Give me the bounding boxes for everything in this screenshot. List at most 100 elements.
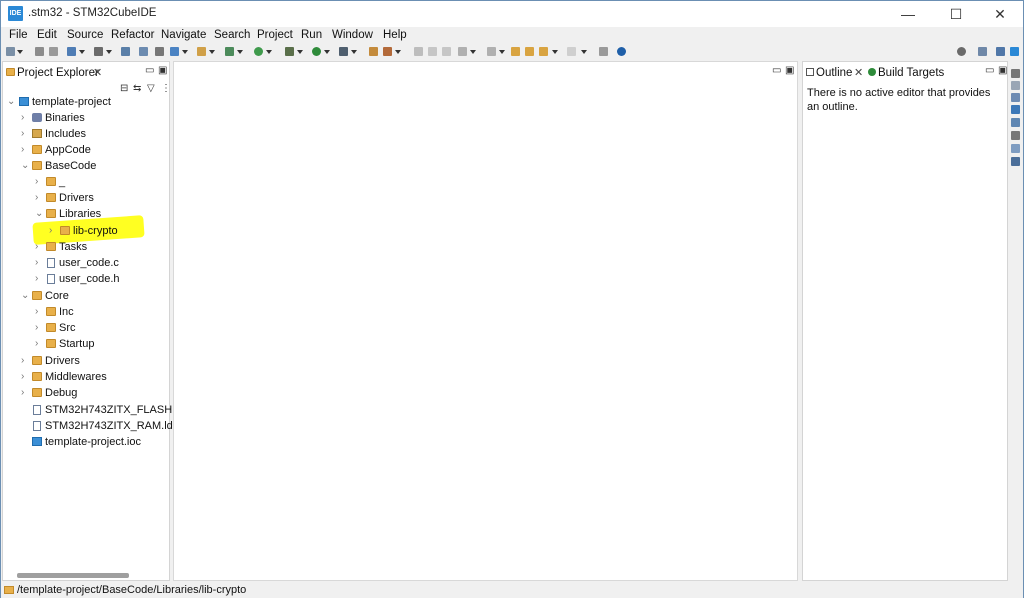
open-folder-dropdown-icon[interactable] — [209, 50, 215, 54]
code-gen-dropdown-icon[interactable] — [266, 50, 272, 54]
tab-build-targets[interactable]: Build Targets — [878, 67, 944, 79]
outline-minimize-icon[interactable]: ▭ — [985, 65, 994, 76]
code-gen-icon[interactable] — [254, 47, 263, 56]
horizontal-scrollbar[interactable] — [17, 573, 129, 578]
expand-chevron-icon[interactable]: › — [35, 241, 38, 252]
package-icon[interactable] — [369, 47, 378, 56]
static-stack-icon[interactable] — [1011, 157, 1020, 166]
collapse-all-icon[interactable]: ⊟ — [120, 83, 128, 94]
expand-chevron-icon[interactable]: › — [35, 322, 38, 333]
device-icon[interactable] — [121, 47, 130, 56]
next-annotation-dropdown-icon[interactable] — [470, 50, 476, 54]
tree-item-core[interactable]: ⌄ Core — [3, 288, 169, 304]
expand-chevron-icon[interactable]: › — [35, 273, 38, 284]
tree-item-underscore[interactable]: › _ — [3, 174, 169, 190]
menu-file[interactable]: File — [9, 29, 28, 41]
tasks-icon[interactable] — [383, 47, 392, 56]
tree-item-inc[interactable]: › Inc — [3, 304, 169, 320]
link-with-editor-icon[interactable]: ⇆ — [133, 83, 141, 94]
tree-item-drivers[interactable]: › Drivers — [3, 353, 169, 369]
prev-annotation-dropdown-icon[interactable] — [499, 50, 505, 54]
tree-item-middlewares[interactable]: › Middlewares — [3, 369, 169, 385]
tree-item-libraries[interactable]: ⌄ Libraries — [3, 206, 169, 222]
tree-item-ioc[interactable]: template-project.ioc — [3, 434, 169, 450]
hash-view-icon[interactable] — [1011, 69, 1020, 78]
new-icon[interactable] — [6, 47, 15, 56]
menu-navigate[interactable]: Navigate — [161, 29, 206, 41]
menu-search[interactable]: Search — [214, 29, 250, 41]
build-dropdown-icon[interactable] — [79, 50, 85, 54]
tree-item-ram-ld[interactable]: STM32H743ZITX_RAM.ld — [3, 418, 173, 434]
save-icon[interactable] — [35, 47, 44, 56]
tools-dropdown-icon[interactable] — [106, 50, 112, 54]
pin-editor-icon[interactable] — [599, 47, 608, 56]
expand-chevron-icon[interactable]: › — [21, 355, 24, 366]
collapse-chevron-icon[interactable]: ⌄ — [21, 290, 29, 301]
back-dropdown-icon[interactable] — [552, 50, 558, 54]
build-analyzer-icon[interactable] — [1011, 144, 1020, 153]
tools-icon[interactable] — [94, 47, 103, 56]
debug-dropdown-icon[interactable] — [297, 50, 303, 54]
show-whitespace-icon[interactable] — [442, 47, 451, 56]
collapse-chevron-icon[interactable]: ⌄ — [21, 160, 29, 171]
tasks-dropdown-icon[interactable] — [395, 50, 401, 54]
tree-item-basecode[interactable]: ⌄ BaseCode — [3, 158, 169, 174]
new-dropdown-icon[interactable] — [17, 50, 23, 54]
outline-maximize-icon[interactable]: ▣ — [998, 65, 1007, 76]
project-explorer-close-icon[interactable]: ✕ — [93, 66, 102, 79]
expand-chevron-icon[interactable]: › — [35, 176, 38, 187]
tree-item-includes[interactable]: › Includes — [3, 126, 169, 142]
maximize-view-icon[interactable]: ▣ — [158, 65, 167, 76]
editor-minimize-icon[interactable]: ▭ — [772, 65, 781, 76]
tree-item-template-project[interactable]: ⌄ template-project — [3, 94, 169, 110]
run-dropdown-icon[interactable] — [324, 50, 330, 54]
expand-chevron-icon[interactable]: › — [35, 257, 38, 268]
menu-window[interactable]: Window — [332, 29, 373, 41]
tree-item-basecode-drivers[interactable]: › Drivers — [3, 190, 169, 206]
toggle-mark-icon[interactable] — [414, 47, 423, 56]
expand-chevron-icon[interactable]: › — [21, 144, 24, 155]
menu-refactor[interactable]: Refactor — [111, 29, 154, 41]
menu-help[interactable]: Help — [383, 29, 407, 41]
close-window-button[interactable]: ✕ — [977, 1, 1023, 27]
menu-run[interactable]: Run — [301, 29, 322, 41]
menu-edit[interactable]: Edit — [37, 29, 57, 41]
maximize-button[interactable]: ☐ — [933, 1, 979, 27]
memory-view-icon[interactable] — [1011, 93, 1020, 102]
tree-item-startup[interactable]: › Startup — [3, 336, 169, 352]
forward-dropdown-icon[interactable] — [581, 50, 587, 54]
filter-icon[interactable]: ▽ — [147, 83, 155, 94]
collapse-chevron-icon[interactable]: ⌄ — [35, 208, 43, 219]
outline-close-icon[interactable]: ✕ — [854, 66, 863, 79]
tree-item-src[interactable]: › Src — [3, 320, 169, 336]
debug-icon[interactable] — [285, 47, 294, 56]
sfr-view-icon[interactable] — [1011, 118, 1020, 127]
search-icon[interactable] — [957, 47, 966, 56]
console-view-icon[interactable] — [1011, 105, 1020, 114]
tree-item-lib-crypto[interactable]: › lib-crypto — [3, 223, 169, 239]
save-all-icon[interactable] — [49, 47, 58, 56]
back-history-icon[interactable] — [539, 47, 548, 56]
expand-chevron-icon[interactable]: › — [35, 192, 38, 203]
tree-item-appcode[interactable]: › AppCode — [3, 142, 169, 158]
view-menu-icon[interactable]: ⋮ — [161, 83, 171, 94]
forward-icon[interactable] — [567, 47, 576, 56]
new-class-icon[interactable] — [225, 47, 234, 56]
menu-project[interactable]: Project — [257, 29, 293, 41]
toggle-block-icon[interactable] — [428, 47, 437, 56]
new-project-dropdown-icon[interactable] — [182, 50, 188, 54]
back-icon[interactable] — [525, 47, 534, 56]
tree-item-debug[interactable]: › Debug — [3, 385, 169, 401]
external-tools-icon[interactable] — [339, 47, 348, 56]
minimize-view-icon[interactable]: ▭ — [145, 65, 154, 76]
menu-source[interactable]: Source — [67, 29, 103, 41]
tree-item-flash-ld[interactable]: STM32H743ZITX_FLASH.ld — [3, 402, 184, 418]
tree-item-user-code-h[interactable]: › user_code.h — [3, 271, 169, 287]
tab-outline[interactable]: Outline — [816, 67, 852, 79]
new-project-icon[interactable] — [170, 47, 179, 56]
tree-item-binaries[interactable]: › Binaries — [3, 110, 169, 126]
expand-chevron-icon[interactable]: › — [21, 128, 24, 139]
prev-annotation-icon[interactable] — [487, 47, 496, 56]
tree-item-user-code-c[interactable]: › user_code.c — [3, 255, 169, 271]
expand-chevron-icon[interactable]: › — [21, 387, 24, 398]
